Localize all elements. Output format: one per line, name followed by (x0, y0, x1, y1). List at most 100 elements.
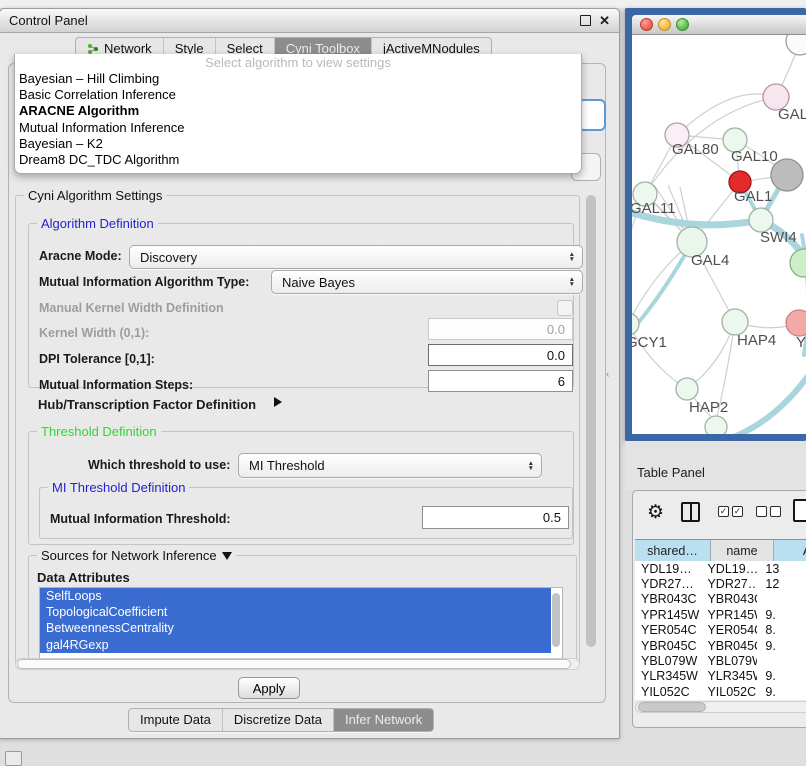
aracne-mode-label: Aracne Mode: (39, 249, 122, 263)
svg-text:GAL1: GAL1 (734, 188, 772, 205)
node-y-partial[interactable] (786, 310, 806, 336)
node-unlabeled[interactable] (786, 35, 806, 55)
zoom-traffic-light-icon[interactable] (676, 18, 689, 31)
svg-text:GAL80: GAL80 (672, 141, 719, 158)
algorithm-definition-title: Algorithm Definition (37, 216, 158, 231)
mi-threshold-definition-title: MI Threshold Definition (48, 480, 189, 495)
table-row[interactable]: YER054CYER054C8. (635, 623, 806, 638)
list-item[interactable]: SelfLoops (40, 588, 551, 604)
bottom-tabstrip: Impute Data Discretize Data Infer Networ… (128, 708, 434, 732)
data-attributes-list[interactable]: SelfLoops TopologicalCoefficient Between… (39, 587, 563, 660)
mi-threshold-field[interactable]: 0.5 (422, 506, 569, 529)
list-item[interactable]: gal4RGexp (40, 637, 551, 653)
list-item[interactable]: BetweennessCentrality (40, 620, 551, 636)
combo-arrows-icon: ▲▼ (569, 277, 575, 287)
mi-threshold-definition-group: MI Threshold Definition Mutual Informati… (39, 487, 573, 539)
table-hscrollbar-thumb[interactable] (638, 702, 706, 712)
column-header-partial[interactable]: A (774, 539, 806, 563)
algorithm-definition-group: Algorithm Definition Aracne Mode: Discov… (28, 223, 574, 388)
node-hap2[interactable] (676, 378, 698, 400)
control-panel-titlebar[interactable]: Control Panel ✕ (0, 9, 619, 33)
svg-text:SWI4: SWI4 (760, 229, 797, 246)
docked-panel-icon[interactable] (5, 751, 22, 766)
table-row[interactable]: YLR345WYLR345W9. (635, 669, 806, 684)
close-icon[interactable]: ✕ (599, 16, 610, 26)
which-threshold-label: Which threshold to use: (88, 458, 230, 472)
sources-title[interactable]: Sources for Network Inference (37, 548, 236, 563)
sources-group: Sources for Network Inference Data Attri… (28, 555, 577, 665)
dpi-tolerance-field[interactable]: 0.0 (428, 344, 573, 366)
threshold-definition-title: Threshold Definition (37, 424, 161, 439)
dropdown-item[interactable]: Dream8 DC_TDC Algorithm (15, 152, 581, 168)
settings-scrollbar-track[interactable] (584, 185, 598, 672)
settings-scrollbar-thumb[interactable] (586, 195, 596, 647)
dropdown-item[interactable]: Basic Correlation Inference (15, 87, 581, 103)
svg-text:GAL: GAL (778, 106, 806, 123)
checked-columns-icon[interactable]: ✓✓ (718, 506, 743, 517)
table-row[interactable]: YPR145WYPR145W9. (635, 607, 806, 622)
network-canvas[interactable]: GAL GAL80 GAL10 GAL1 GAL11 SWI4 GAL4 GCY… (632, 35, 806, 434)
float-window-icon[interactable] (580, 15, 591, 26)
dpi-tolerance-label: DPI Tolerance [0,1]: (39, 352, 155, 366)
cyni-algorithm-settings-title: Cyni Algorithm Settings (24, 188, 166, 203)
table-header: shared… name A (633, 539, 806, 561)
manual-kernel-width-label: Manual Kernel Width Definition (39, 301, 224, 315)
network-view-window: GAL GAL80 GAL10 GAL1 GAL11 SWI4 GAL4 GCY… (625, 8, 806, 441)
hub-tf-definition-label[interactable]: Hub/Transcription Factor Definition (38, 397, 256, 412)
svg-text:GCY1: GCY1 (632, 334, 667, 351)
dropdown-item[interactable]: Bayesian – K2 (15, 136, 581, 152)
expander-arrow-icon[interactable] (274, 397, 282, 407)
dropdown-item-highlighted[interactable]: ARACNE Algorithm (15, 103, 581, 119)
table-row[interactable]: YDL19…YDL19…13 (635, 561, 806, 576)
node-gcy1[interactable] (632, 313, 639, 335)
table-hscrollbar-track[interactable] (635, 701, 806, 713)
data-attributes-label: Data Attributes (37, 570, 130, 585)
column-layout-icon[interactable] (681, 502, 700, 522)
mi-algorithm-type-select[interactable]: Naive Bayes ▲▼ (271, 270, 583, 294)
tab-impute-data[interactable]: Impute Data (129, 709, 222, 731)
combo-arrows-icon: ▲▼ (569, 252, 575, 262)
apply-button[interactable]: Apply (238, 677, 300, 699)
kernel-width-field: 0.0 (428, 318, 573, 340)
table-row[interactable]: YBR045CYBR045C9. (635, 638, 806, 653)
table-rows: YDL19…YDL19…13 YDR27…YDR27…12 YBR043CYBR… (635, 561, 806, 700)
node-labels: GAL GAL80 GAL10 GAL1 GAL11 SWI4 GAL4 GCY… (632, 106, 806, 416)
collapse-arrow-icon[interactable] (222, 552, 232, 560)
algorithm-dropdown-list: Select algorithm to view settings Bayesi… (14, 54, 582, 174)
list-item[interactable]: TopologicalCoefficient (40, 604, 551, 620)
minimize-traffic-light-icon[interactable] (658, 18, 671, 31)
dropdown-item[interactable]: Mutual Information Inference (15, 120, 581, 136)
new-table-icon[interactable] (793, 499, 806, 522)
manual-kernel-width-checkbox[interactable] (557, 300, 573, 316)
table-panel-title: Table Panel (637, 465, 705, 480)
covered-combo-fragment (578, 99, 606, 131)
which-threshold-select[interactable]: MI Threshold ▲▼ (238, 453, 542, 478)
network-window-titlebar[interactable] (632, 15, 806, 35)
table-row[interactable]: YBL079WYBL079W (635, 653, 806, 668)
close-traffic-light-icon[interactable] (640, 18, 653, 31)
table-row[interactable]: YDR27…YDR27…12 (635, 576, 806, 591)
unchecked-columns-icon[interactable] (756, 506, 781, 517)
column-header-shared[interactable]: shared… (635, 539, 711, 563)
desktop-top-strip (0, 0, 806, 8)
column-header-name[interactable]: name (711, 539, 774, 563)
node-green-right[interactable] (790, 249, 806, 277)
table-row[interactable]: YIL052CYIL052C9. (635, 684, 806, 699)
list-scrollbar[interactable] (552, 593, 560, 647)
table-options-gear-icon[interactable]: ⚙ (647, 501, 664, 524)
table-row[interactable]: YBR043CYBR043C (635, 592, 806, 607)
aracne-mode-select[interactable]: Discovery ▲▼ (129, 245, 583, 269)
mi-steps-field[interactable]: 6 (428, 370, 573, 392)
tab-infer-network[interactable]: Infer Network (333, 709, 433, 731)
tab-discretize-data[interactable]: Discretize Data (222, 709, 333, 731)
control-panel-title: Control Panel (9, 13, 88, 28)
svg-text:HAP4: HAP4 (737, 332, 776, 349)
settings-hscrollbar-track[interactable] (15, 658, 580, 670)
combo-arrows-icon: ▲▼ (528, 461, 534, 471)
settings-hscrollbar-thumb[interactable] (17, 659, 571, 669)
node-unlabeled[interactable] (705, 416, 727, 434)
table-panel-band: Table Panel (625, 441, 806, 490)
mi-algorithm-type-label: Mutual Information Algorithm Type: (39, 275, 249, 289)
splitpane-grip-icon[interactable]: ‹ (606, 368, 618, 382)
dropdown-item[interactable]: Bayesian – Hill Climbing (15, 71, 581, 87)
